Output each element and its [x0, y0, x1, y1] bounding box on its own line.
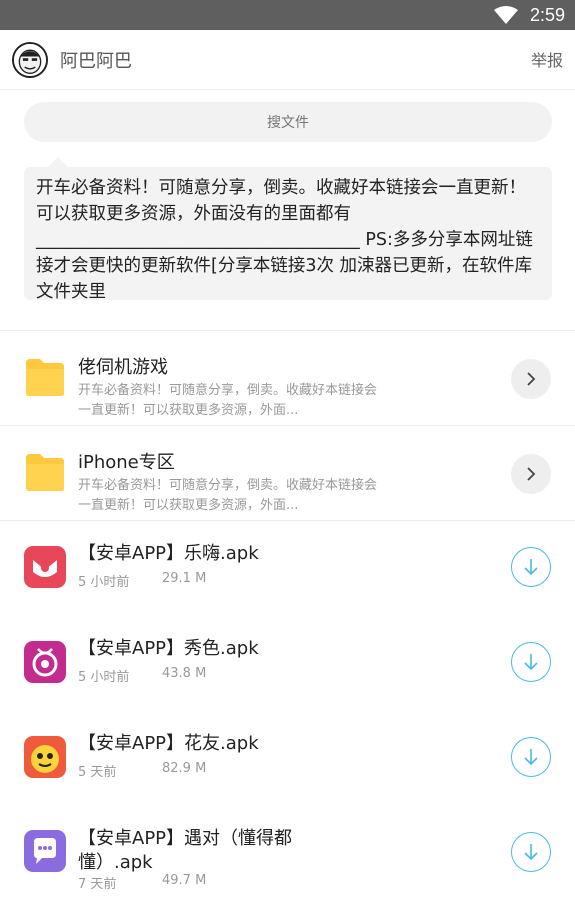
avatar[interactable]	[12, 42, 48, 78]
huayou-app-icon	[24, 736, 66, 778]
wifi-icon	[493, 6, 518, 24]
page-title: 阿巴阿巴	[60, 51, 132, 72]
file-meta: 5 小时前 43.8 M	[78, 666, 206, 685]
header: 阿巴阿巴 举报	[0, 30, 575, 90]
file-time: 7 天前	[78, 877, 117, 892]
file-name: 【安卓APP】乐嗨.apk	[78, 543, 259, 564]
folder-row[interactable]: iPhone专区 开车必备资料！可随意分享，倒卖。收藏好本链接会一直更新！可以获…	[0, 426, 575, 520]
download-button[interactable]	[511, 832, 551, 872]
file-name: 【安卓APP】遇对（懂得都懂）.apk	[78, 828, 293, 873]
report-button[interactable]: 举报	[531, 47, 563, 71]
download-button[interactable]	[511, 547, 551, 587]
lehai-app-icon	[24, 546, 66, 588]
folder-name: 佬伺机游戏	[78, 357, 168, 378]
xiuse-app-icon	[24, 641, 66, 683]
file-size: 49.7 M	[162, 873, 207, 888]
notice-text: 开车必备资料！可随意分享，倒卖。收藏好本链接会一直更新！可以获取更多资源，外面没…	[24, 157, 552, 302]
folder-name: iPhone专区	[78, 452, 175, 473]
folder-desc: 开车必备资料！可随意分享，倒卖。收藏好本链接会一直更新！可以获取更多资源，外面.…	[78, 478, 378, 513]
chevron-right-icon	[527, 467, 536, 481]
file-meta: 5 小时前 29.1 M	[78, 571, 206, 590]
file-time: 5 小时前	[78, 670, 130, 685]
folder-icon	[26, 359, 64, 396]
status-time: 2:59	[529, 4, 565, 25]
open-folder-button[interactable]	[511, 454, 551, 494]
download-icon	[524, 654, 538, 671]
file-row[interactable]: 【安卓APP】遇对（懂得都懂）.apk 7 天前 49.7 M	[0, 806, 575, 916]
search-input[interactable]: 搜文件	[24, 102, 552, 142]
download-icon	[524, 844, 538, 861]
meme-face-icon	[14, 44, 46, 76]
file-row[interactable]: 【安卓APP】花友.apk 5 天前 82.9 M	[0, 711, 575, 806]
download-icon	[524, 559, 538, 576]
file-size: 82.9 M	[162, 761, 207, 776]
download-icon	[524, 749, 538, 766]
file-meta: 5 天前 82.9 M	[78, 761, 206, 780]
download-button[interactable]	[511, 642, 551, 682]
download-button[interactable]	[511, 737, 551, 777]
open-folder-button[interactable]	[511, 359, 551, 399]
file-size: 29.1 M	[162, 571, 207, 586]
yudui-app-icon	[24, 830, 66, 872]
file-row[interactable]: 【安卓APP】乐嗨.apk 5 小时前 29.1 M	[0, 521, 575, 616]
file-size: 43.8 M	[162, 666, 207, 681]
chevron-right-icon	[527, 372, 536, 386]
folder-desc: 开车必备资料！可随意分享，倒卖。收藏好本链接会一直更新！可以获取更多资源，外面.…	[78, 383, 378, 418]
file-name: 【安卓APP】花友.apk	[78, 733, 259, 754]
file-name: 【安卓APP】秀色.apk	[78, 638, 259, 659]
file-meta: 7 天前 49.7 M	[78, 873, 206, 892]
file-row[interactable]: 【安卓APP】秀色.apk 5 小时前 43.8 M	[0, 616, 575, 711]
folder-icon	[26, 454, 64, 491]
file-time: 5 天前	[78, 765, 117, 780]
folder-row[interactable]: 佬伺机游戏 开车必备资料！可随意分享，倒卖。收藏好本链接会一直更新！可以获取更多…	[0, 331, 575, 425]
status-bar: 2:59	[0, 0, 575, 30]
file-time: 5 小时前	[78, 575, 130, 590]
